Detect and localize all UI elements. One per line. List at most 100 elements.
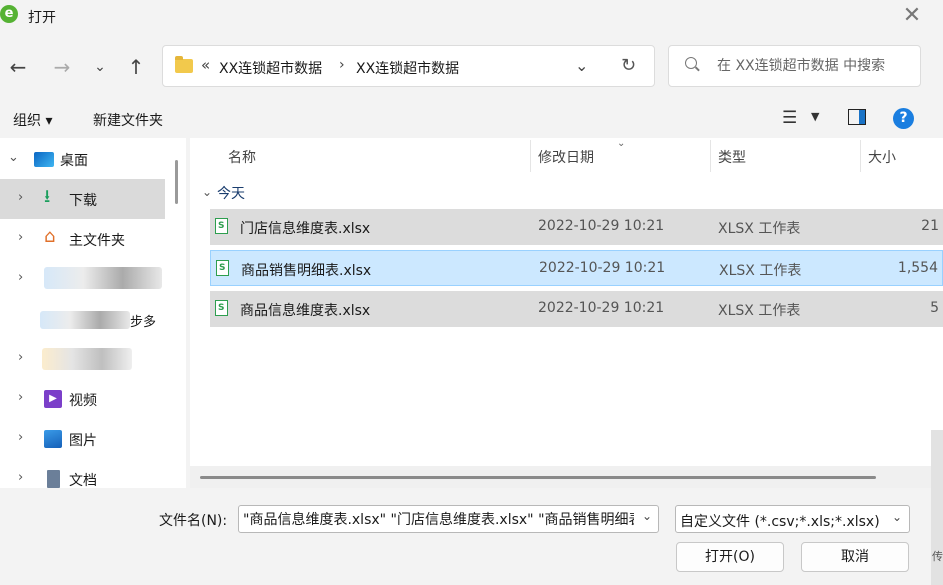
tree-item-pictures[interactable]: › 图片 [0,419,165,459]
group-collapse-icon[interactable]: ⌄ [202,185,212,199]
breadcrumb-separator[interactable]: › [339,57,345,73]
tree-item-label: 文档 [69,473,97,488]
back-button[interactable]: ← [4,53,32,81]
filename-label: 文件名(N): [159,513,228,529]
filename-history-dropdown[interactable]: ⌄ [642,509,652,523]
tree-item-label: 图片 [69,433,97,449]
arrow-up-icon: ↑ [127,55,145,79]
arrow-right-icon: → [53,55,71,79]
chevron-right-icon[interactable]: › [18,430,23,445]
tree-item-home[interactable]: › ⌂ 主文件夹 [0,219,165,259]
group-header[interactable]: 今天 [217,183,245,203]
chevron-right-icon[interactable]: › [18,270,23,285]
video-icon: ▶ [44,390,62,408]
cancel-button[interactable]: 取消 [801,542,909,572]
tree-item-label: 视频 [69,393,97,409]
horizontal-scrollbar[interactable] [190,466,943,488]
list-view-icon: ☰ [782,108,798,128]
tree-item-downloads[interactable]: › ⭳ 下载 [0,179,165,219]
refresh-icon: ↻ [621,55,637,76]
file-row[interactable]: 门店信息维度表.xlsx 2022-10-29 10:21 XLSX 工作表 2… [210,209,943,245]
navigation-scrollbar[interactable] [175,160,178,204]
tree-item-blurred[interactable]: 步多 [0,299,165,339]
file-type: XLSX 工作表 [718,303,801,319]
chevron-down-icon: ⌄ [94,59,106,75]
file-name: 商品销售明细表.xlsx [241,263,372,279]
search-input[interactable] [717,54,912,78]
picture-icon [44,430,62,448]
refresh-button[interactable]: ↻ [621,55,636,76]
blurred-item [40,311,130,329]
tree-item-label: 下载 [69,193,97,209]
scrollbar-thumb[interactable] [200,476,876,479]
file-name: 商品信息维度表.xlsx [240,303,371,319]
recent-locations-button[interactable]: ⌄ [86,53,114,81]
file-list: 名称 ⌄ 修改日期 类型 大小 ⌄ 今天 门店信息维度表.xlsx 2022-1… [190,138,943,488]
breadcrumb-overflow[interactable]: « [201,56,210,74]
file-row-selected[interactable]: 商品销售明细表.xlsx 2022-10-29 10:21 XLSX 工作表 1… [210,250,943,286]
download-icon: ⭳ [44,186,51,207]
search-icon [685,57,697,69]
close-icon: ✕ [902,3,922,28]
tree-item-desktop[interactable]: ⌄ 桌面 [0,139,165,179]
breadcrumb-item[interactable]: XX连锁超市数据 [356,58,459,78]
xlsx-file-icon [216,260,229,276]
folder-icon [175,56,193,73]
column-header-size[interactable]: 大小 [868,147,896,167]
home-icon: ⌂ [44,226,56,247]
organize-menu[interactable]: 组织 ▾ [13,110,52,130]
preview-pane-button[interactable] [848,109,866,125]
tree-item-blurred[interactable]: › [0,339,165,379]
sort-indicator-icon: ⌄ [617,138,626,149]
close-button[interactable]: ✕ [900,4,924,28]
background-window-text: 传 [932,550,943,563]
file-type-filter-value: 自定义文件 (*.csv;*.xls;*.xlsx) [680,514,880,530]
column-header-date[interactable]: 修改日期 [538,147,594,167]
chevron-right-icon[interactable]: › [18,470,23,485]
column-divider[interactable] [860,140,861,172]
file-date: 2022-10-29 10:21 [539,260,666,276]
column-header-type[interactable]: 类型 [718,147,746,167]
chevron-right-icon[interactable]: › [18,390,23,405]
column-divider[interactable] [530,140,531,172]
up-button[interactable]: ↑ [122,53,150,81]
view-options-button[interactable]: ☰ [782,108,797,128]
file-type: XLSX 工作表 [718,221,801,237]
title-bar: e 打开 ✕ [0,0,943,34]
document-icon [47,470,60,488]
file-date: 2022-10-29 10:21 [538,218,665,234]
help-button[interactable]: ? [893,108,914,129]
tree-item-documents[interactable]: › 文档 [0,459,165,488]
tree-item-blurred[interactable]: › [0,259,165,299]
file-size: 21 [921,218,939,234]
chevron-down-icon: ⌄ [642,509,653,523]
view-options-dropdown[interactable]: ▼ [811,110,819,123]
tree-item-videos[interactable]: › ▶ 视频 [0,379,165,419]
navigation-pane: ⌄ 桌面 › ⭳ 下载 › ⌂ 主文件夹 › 步多 › › ▶ 视频 › 图片 … [0,138,186,488]
address-dropdown-button[interactable]: ⌄ [575,56,588,75]
chevron-right-icon[interactable]: › [18,350,23,365]
xlsx-file-icon [215,300,228,316]
new-folder-button[interactable]: 新建文件夹 [93,110,163,130]
file-type-filter[interactable]: 自定义文件 (*.csv;*.xls;*.xlsx) ⌄ [675,505,910,533]
partial-label: 步多 [130,315,157,330]
chevron-right-icon[interactable]: › [18,230,23,245]
chevron-down-icon[interactable]: ⌄ [8,150,19,165]
tree-item-label: 主文件夹 [69,233,125,249]
open-button[interactable]: 打开(O) [676,542,784,572]
app-icon: e [0,5,18,23]
search-box[interactable] [668,45,921,87]
xlsx-file-icon [215,218,228,234]
chevron-right-icon[interactable]: › [18,190,23,205]
column-header-name[interactable]: 名称 [228,147,256,167]
caret-down-icon: ▼ [811,110,820,123]
desktop-icon [34,152,54,167]
column-divider[interactable] [710,140,711,172]
file-row[interactable]: 商品信息维度表.xlsx 2022-10-29 10:21 XLSX 工作表 5 [210,291,943,327]
window-title: 打开 [28,10,56,26]
tree-item-label: 桌面 [60,153,88,169]
breadcrumb-item[interactable]: XX连锁超市数据 [219,58,322,78]
filename-input[interactable] [238,505,659,533]
forward-button[interactable]: → [48,53,76,81]
address-bar[interactable]: « XX连锁超市数据 › XX连锁超市数据 ⌄ ↻ [162,45,655,87]
